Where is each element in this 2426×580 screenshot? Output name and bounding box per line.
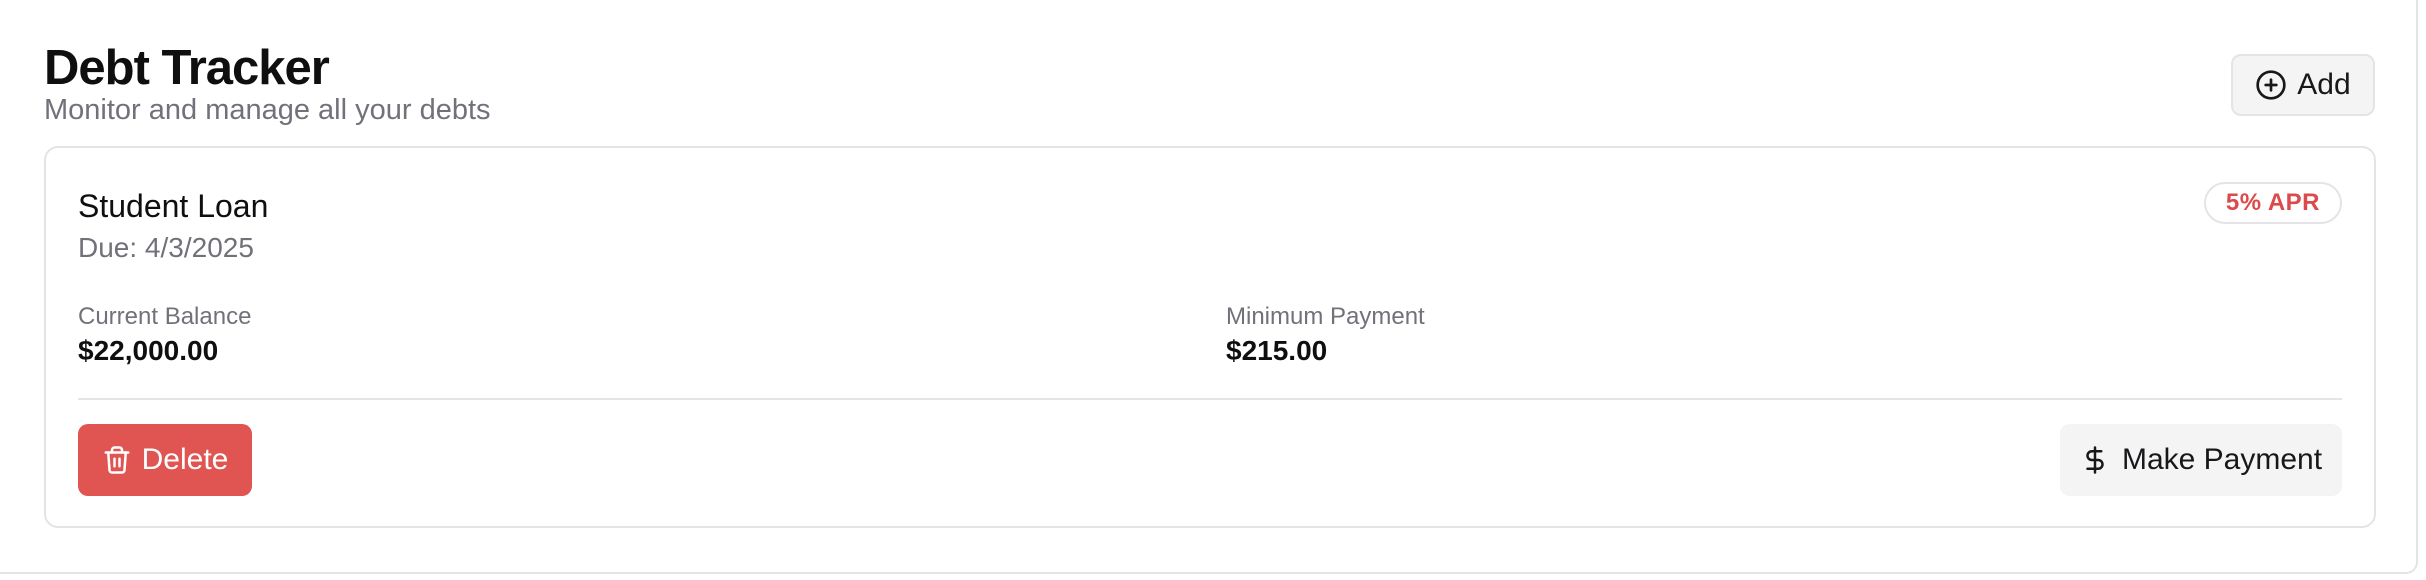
debt-due-date: Due: 4/3/2025: [78, 232, 254, 263]
delete-label: Delete: [141, 443, 229, 476]
minimum-payment-label: Minimum Payment: [1226, 303, 1425, 330]
dollar-icon: [2080, 445, 2110, 475]
delete-button[interactable]: Delete: [78, 424, 252, 496]
add-debt-label: Add: [2297, 68, 2351, 101]
make-payment-label: Make Payment: [2121, 443, 2323, 476]
debt-name: Student Loan: [78, 188, 269, 224]
current-balance-label: Current Balance: [78, 303, 252, 330]
apr-badge: 5% APR: [2203, 182, 2342, 224]
trash-icon: [102, 445, 132, 475]
current-balance-value: $22,000.00: [78, 335, 219, 366]
make-payment-button[interactable]: Make Payment: [2060, 424, 2342, 496]
page-subtitle: Monitor and manage all your debts: [44, 94, 491, 126]
add-debt-button[interactable]: Add: [2231, 54, 2375, 116]
debt-tracker-panel: Debt Tracker Monitor and manage all your…: [0, 0, 2418, 574]
debt-card: Student Loan Due: 4/3/2025 5% APR Curren…: [44, 146, 2376, 528]
minimum-payment-value: $215.00: [1226, 335, 1328, 366]
card-divider: [78, 398, 2342, 400]
plus-circle-icon: [2255, 69, 2287, 101]
page-title: Debt Tracker: [44, 41, 330, 95]
